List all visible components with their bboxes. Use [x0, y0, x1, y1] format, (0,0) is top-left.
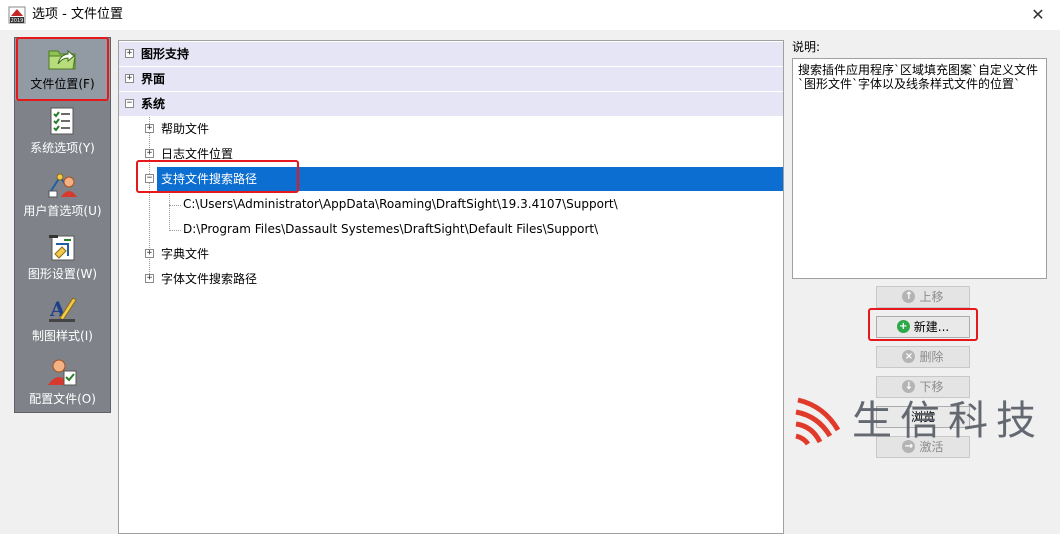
tree-item-label: 字体文件搜索路径: [161, 272, 258, 286]
plus-icon: +: [896, 320, 910, 333]
drafting-styles-icon: A: [49, 297, 77, 322]
tree-item-label: D:\Program Files\Dassault Systemes\Draft…: [183, 222, 599, 236]
folder-arrow-icon: [48, 49, 76, 70]
expand-icon[interactable]: +: [145, 124, 154, 133]
sidebar-item-user-preferences[interactable]: 用户首选项(U): [15, 165, 110, 227]
arrow-down-icon: ↓: [902, 380, 916, 393]
button-label: 下移: [919, 380, 944, 394]
sidebar-item-profiles[interactable]: 配置文件(O): [15, 353, 110, 415]
profile-icon: [48, 359, 77, 386]
sidebar-item-system-options[interactable]: 系统选项(Y): [15, 102, 110, 164]
tree-guide-line: [169, 205, 181, 206]
sidebar-item-drawing-settings[interactable]: 图形设置(W): [15, 228, 110, 290]
tree-item-font-file-search-path[interactable]: + 字体文件搜索路径: [119, 267, 783, 291]
tree-item-label: 帮助文件: [161, 122, 210, 136]
description-label: 说明:: [792, 40, 821, 54]
tree-item-label: 支持文件搜索路径: [161, 172, 258, 186]
tree-category-interface[interactable]: + 界面: [119, 67, 783, 91]
expand-icon[interactable]: +: [125, 49, 134, 58]
tree-item-label: 日志文件位置: [161, 147, 234, 161]
expand-icon[interactable]: +: [125, 74, 134, 83]
button-label: 删除: [919, 350, 944, 364]
tree-item-support-path[interactable]: D:\Program Files\Dassault Systemes\Draft…: [181, 217, 783, 241]
activate-button[interactable]: → 激活: [876, 436, 970, 458]
checklist-icon: [50, 107, 74, 135]
tree-item-log-file-location[interactable]: + 日志文件位置: [119, 142, 783, 166]
delete-x-icon: ×: [902, 350, 916, 363]
description-text: 搜索插件应用程序`区域填充图案`自定义文件`图形文件`字体以及线条样式文件的位置…: [792, 58, 1047, 279]
expand-icon[interactable]: +: [145, 149, 154, 158]
move-up-button[interactable]: ↑ 上移: [876, 286, 970, 308]
sidebar-item-drafting-styles[interactable]: A 制图样式(I): [15, 290, 110, 352]
file-locations-tree[interactable]: + 图形支持 + 界面 − 系统 + 帮助文件 + 日志文件位置 支持文件搜索路…: [118, 40, 784, 534]
expand-icon[interactable]: +: [145, 274, 154, 283]
drawing-settings-icon: [49, 235, 75, 261]
sidebar-item-label: 制图样式(I): [32, 329, 93, 343]
tree-item-support-file-search-path[interactable]: 支持文件搜索路径: [157, 167, 783, 191]
button-label: 激活: [919, 440, 944, 454]
watermark-logo-icon: [795, 397, 841, 446]
button-label: 上移: [919, 290, 944, 304]
tree-item-label: 图形支持: [141, 47, 190, 61]
svg-text:2019: 2019: [11, 18, 24, 24]
collapse-icon[interactable]: −: [125, 99, 134, 108]
draftsight-2019-icon: 2019: [8, 6, 26, 24]
sidebar-item-label: 系统选项(Y): [30, 141, 95, 155]
tree-item-help-files[interactable]: + 帮助文件: [119, 117, 783, 141]
sidebar-item-label: 用户首选项(U): [23, 204, 102, 218]
tree-item-support-path[interactable]: C:\Users\Administrator\AppData\Roaming\D…: [181, 192, 783, 216]
move-down-button[interactable]: ↓ 下移: [876, 376, 970, 398]
sidebar-item-label: 图形设置(W): [27, 267, 98, 281]
window-title: 选项 - 文件位置: [32, 7, 123, 22]
expand-icon[interactable]: +: [145, 249, 154, 258]
tree-guide-line: [169, 230, 181, 231]
user-preferences-icon: [48, 173, 77, 198]
tree-item-label: 字典文件: [161, 247, 210, 261]
tree-item-label: 界面: [141, 72, 166, 86]
button-label: 浏览: [910, 410, 935, 424]
tree-item-label: 系统: [141, 97, 166, 111]
arrow-right-icon: →: [902, 440, 916, 453]
tree-category-system[interactable]: − 系统: [119, 92, 783, 116]
options-sidebar: 文件位置(F) 系统选项(Y) 用户首选项(U) 图形设置(W) A 制图样式(…: [14, 37, 111, 413]
tree-item-dictionary-files[interactable]: + 字典文件: [119, 242, 783, 266]
tree-item-label: C:\Users\Administrator\AppData\Roaming\D…: [183, 197, 618, 211]
button-label: 新建...: [913, 320, 950, 334]
arrow-up-icon: ↑: [902, 290, 916, 303]
sidebar-item-file-locations[interactable]: 文件位置(F): [15, 38, 110, 100]
tree-guide-line: [169, 188, 170, 231]
sidebar-item-label: 配置文件(O): [29, 392, 96, 406]
tree-category-drawing-support[interactable]: + 图形支持: [119, 42, 783, 66]
close-button[interactable]: ✕: [1026, 4, 1050, 26]
sidebar-item-label: 文件位置(F): [30, 77, 95, 91]
delete-button[interactable]: × 删除: [876, 346, 970, 368]
collapse-icon[interactable]: −: [145, 174, 154, 183]
new-button[interactable]: + 新建...: [876, 316, 970, 338]
browse-button[interactable]: 浏览: [876, 406, 970, 428]
title-bar: 2019 选项 - 文件位置 ✕: [0, 0, 1060, 30]
